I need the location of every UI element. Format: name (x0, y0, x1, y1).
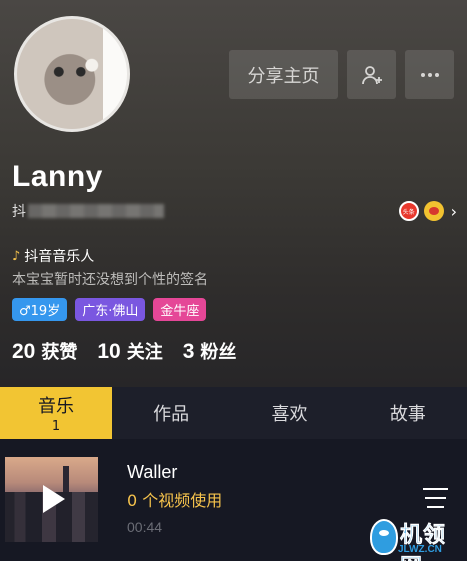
weibo-icon[interactable] (423, 201, 444, 221)
tag-zodiac: 金牛座 (153, 298, 207, 321)
watermark-url: JLWZ.CN (398, 544, 442, 555)
watermark: 机领网 JLWZ.CN (370, 517, 464, 561)
stat-likes-label: 获赞 (41, 342, 78, 363)
stat-following-value: 10 (97, 340, 121, 363)
tab-likes[interactable]: 喜欢 (230, 387, 348, 439)
profile-header: 分享主页 Lanny 抖 头条 › ♪ 抖音音乐人 本宝宝暂时还没想到个性的签名… (0, 0, 467, 387)
song-menu-icon[interactable] (423, 488, 448, 508)
tab-likes-label: 喜欢 (271, 404, 308, 425)
stat-following[interactable]: 10 关注 (97, 338, 162, 364)
watermark-mascot-icon (370, 519, 398, 555)
musician-badge[interactable]: ♪ 抖音音乐人 (12, 246, 94, 266)
toutiao-icon[interactable]: 头条 (398, 201, 419, 221)
profile-tags: ♂19岁 广东·佛山 金牛座 (12, 298, 207, 321)
profile-id-blurred (28, 204, 164, 218)
tag-location: 广东·佛山 (75, 298, 146, 321)
profile-signature: 本宝宝暂时还没想到个性的签名 (12, 272, 208, 288)
tag-age: ♂19岁 (12, 298, 68, 321)
chevron-right-icon[interactable]: › (451, 202, 457, 221)
song-thumbnail[interactable] (5, 457, 98, 542)
stat-followers-value: 3 (182, 340, 195, 363)
stat-likes[interactable]: 20 获赞 (12, 338, 77, 364)
tab-music[interactable]: 音乐 1 (0, 387, 112, 439)
song-usage: 0 个视频使用 (127, 491, 223, 510)
add-friend-button[interactable] (347, 50, 396, 99)
stat-followers-label: 粉丝 (200, 342, 237, 363)
profile-name: Lanny (12, 160, 103, 193)
share-profile-button[interactable]: 分享主页 (229, 50, 338, 99)
profile-id-prefix: 抖 (12, 204, 26, 220)
tab-stories[interactable]: 故事 (349, 387, 467, 439)
stat-likes-value: 20 (12, 340, 36, 363)
more-button[interactable] (405, 50, 454, 99)
add-friend-icon (361, 65, 382, 84)
more-icon (420, 72, 439, 77)
profile-id: 抖 (12, 201, 164, 221)
profile-stats: 20 获赞 10 关注 3 粉丝 (12, 338, 236, 364)
music-note-icon: ♪ (12, 248, 21, 264)
social-links[interactable]: 头条 › (398, 201, 457, 221)
stat-following-label: 关注 (126, 342, 163, 363)
musician-label: 抖音音乐人 (24, 249, 95, 265)
tab-music-label: 音乐 (38, 396, 74, 417)
song-duration: 00:44 (127, 519, 163, 535)
tab-works[interactable]: 作品 (112, 387, 230, 439)
song-title: Waller (127, 462, 178, 482)
tab-works-label: 作品 (153, 404, 190, 425)
tab-music-count: 1 (51, 419, 61, 434)
share-profile-label: 分享主页 (247, 65, 320, 87)
tab-stories-label: 故事 (389, 404, 426, 425)
play-icon[interactable] (43, 485, 65, 513)
profile-tabs: 音乐 1 作品 喜欢 故事 (0, 387, 467, 439)
stat-followers[interactable]: 3 粉丝 (183, 338, 237, 364)
avatar[interactable] (14, 16, 130, 132)
